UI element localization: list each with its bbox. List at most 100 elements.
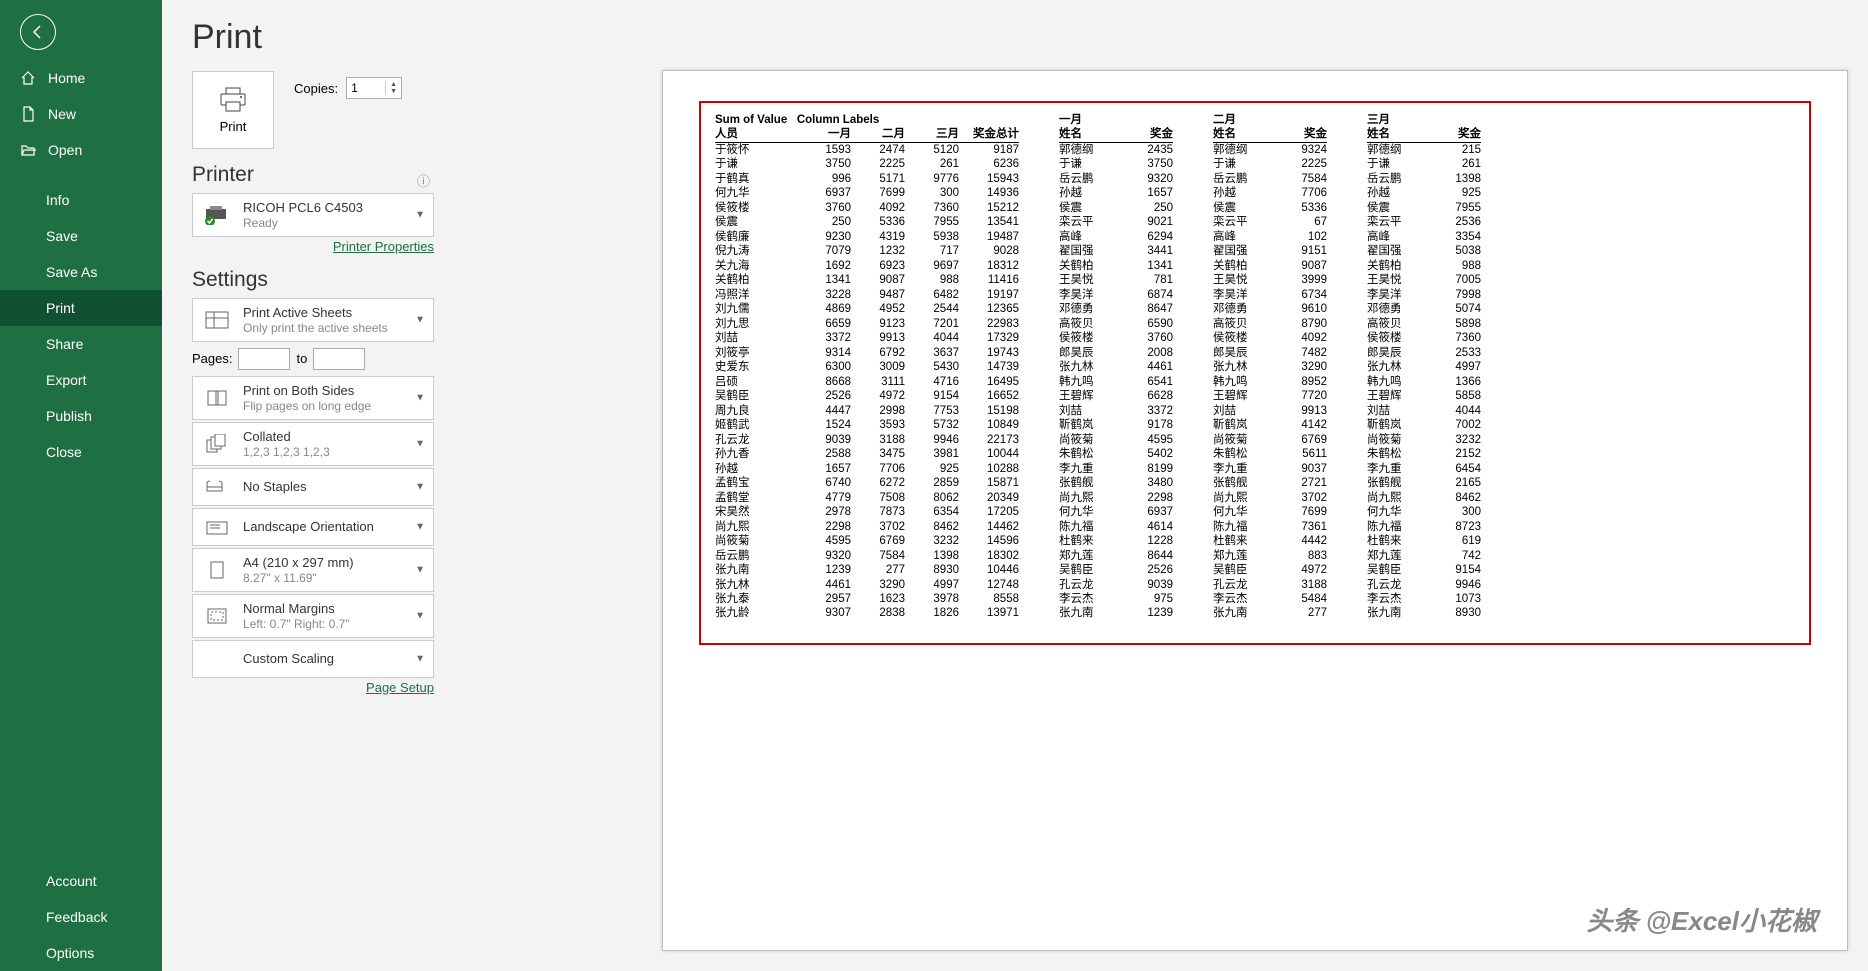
- month-row: 刘喆4044: [1367, 404, 1481, 418]
- month-row: 王昊悦3999: [1213, 273, 1327, 287]
- settings-heading: Settings: [192, 268, 434, 292]
- pivot-row: 周九良44472998775315198: [715, 404, 1019, 418]
- combo-icon: [201, 558, 233, 582]
- month-row: 杜鹤来619: [1367, 534, 1481, 548]
- combo-icon: [201, 604, 233, 628]
- chevron-down-icon: ▼: [415, 314, 425, 325]
- month-row: 吴鹤臣9154: [1367, 563, 1481, 577]
- month-row: 栾云平2536: [1367, 215, 1481, 229]
- month-row: 高筱贝5898: [1367, 317, 1481, 331]
- combo-icon: [201, 308, 233, 332]
- collate-select[interactable]: Collated1,2,3 1,2,3 1,2,3▼: [192, 422, 434, 466]
- pages-to-label: to: [296, 351, 307, 366]
- month-row: 张九林3290: [1213, 360, 1327, 374]
- duplex-select[interactable]: Print on Both SidesFlip pages on long ed…: [192, 376, 434, 420]
- month-row: 张九南1239: [1059, 606, 1173, 620]
- main-content: Print Print Copies: ▲ ▼ Printer ⓘ: [162, 0, 1868, 971]
- info-icon[interactable]: ⓘ: [417, 171, 430, 190]
- copies-down-icon[interactable]: ▼: [390, 88, 397, 95]
- pages-from-input[interactable]: [238, 348, 290, 370]
- month-row: 郑九莲8644: [1059, 549, 1173, 563]
- nav-close[interactable]: Close: [0, 434, 162, 470]
- nav-save[interactable]: Save: [0, 218, 162, 254]
- nav-share[interactable]: Share: [0, 326, 162, 362]
- margins-select[interactable]: Normal MarginsLeft: 0.7" Right: 0.7"▼: [192, 594, 434, 638]
- nav-open[interactable]: Open: [0, 132, 162, 168]
- combo-icon: [201, 475, 233, 499]
- month-row: 张鹤舰2721: [1213, 476, 1327, 490]
- month-row: 张九林4997: [1367, 360, 1481, 374]
- pivot-row: 史爱东63003009543014739: [715, 360, 1019, 374]
- back-button[interactable]: [20, 14, 56, 50]
- printer-select[interactable]: RICOH PCL6 C4503 Ready ▼: [192, 193, 434, 237]
- chevron-down-icon: ▼: [415, 392, 425, 403]
- month-row: 孔云龙3188: [1213, 578, 1327, 592]
- staple-select[interactable]: No Staples▼: [192, 468, 434, 506]
- month-row: 郑九莲742: [1367, 549, 1481, 563]
- pivot-row: 侯筱楼37604092736015212: [715, 201, 1019, 215]
- nav-info[interactable]: Info: [0, 182, 162, 218]
- nav-home[interactable]: Home: [0, 60, 162, 96]
- nav-options[interactable]: Options: [0, 935, 162, 971]
- combo-line2: Only print the active sheets: [243, 321, 388, 335]
- month-row: 邓德勇5074: [1367, 302, 1481, 316]
- month-row: 王碧辉7720: [1213, 389, 1327, 403]
- pivot-row: 张九泰2957162339788558: [715, 592, 1019, 606]
- pivot-row: 尚九熙22983702846214462: [715, 520, 1019, 534]
- combo-line1: Custom Scaling: [243, 651, 334, 667]
- month-row: 王昊悦781: [1059, 273, 1173, 287]
- pivot-row: 岳云鹏93207584139818302: [715, 549, 1019, 563]
- month-row: 李昊洋7998: [1367, 288, 1481, 302]
- orientation-select[interactable]: Landscape Orientation▼: [192, 508, 434, 546]
- copies-label: Copies:: [294, 81, 338, 96]
- pivot-row: 姬鹤武15243593573210849: [715, 418, 1019, 432]
- pivot-row: 侯鹤廉92304319593819487: [715, 230, 1019, 244]
- month-row: 张鹤舰2165: [1367, 476, 1481, 490]
- nav-feedback[interactable]: Feedback: [0, 899, 162, 935]
- combo-line1: Normal Margins: [243, 601, 350, 617]
- month-row: 郎昊辰2008: [1059, 346, 1173, 360]
- pivot-row: 刘喆33729913404417329: [715, 331, 1019, 345]
- month-row: 李云杰5484: [1213, 592, 1327, 606]
- month-table: 二月姓名奖金郭德纲9324于谦2225岳云鹏7584孙越7706侯震5336栾云…: [1213, 113, 1327, 621]
- nav-label: Open: [48, 142, 82, 158]
- month-row: 高峰6294: [1059, 230, 1173, 244]
- print-what-select[interactable]: Print Active SheetsOnly print the active…: [192, 298, 434, 342]
- month-row: 孔云龙9039: [1059, 578, 1173, 592]
- month-row: 高筱贝6590: [1059, 317, 1173, 331]
- nav-new[interactable]: New: [0, 96, 162, 132]
- month-row: 何九华6937: [1059, 505, 1173, 519]
- scaling-select[interactable]: Custom Scaling▼: [192, 640, 434, 678]
- pivot-row: 于谦375022252616236: [715, 157, 1019, 171]
- pages-to-input[interactable]: [313, 348, 365, 370]
- month-row: 侯筱楼7360: [1367, 331, 1481, 345]
- month-row: 孙越1657: [1059, 186, 1173, 200]
- print-button[interactable]: Print: [192, 71, 274, 149]
- pivot-row: 吕硕86683111471616495: [715, 375, 1019, 389]
- paper-size-select[interactable]: A4 (210 x 297 mm)8.27" x 11.69"▼: [192, 548, 434, 592]
- combo-line2: Left: 0.7" Right: 0.7": [243, 617, 350, 631]
- copies-spinner[interactable]: ▲ ▼: [346, 77, 402, 99]
- printer-properties-link[interactable]: Printer Properties: [192, 239, 434, 254]
- month-row: 侯震250: [1059, 201, 1173, 215]
- month-row: 陈九福4614: [1059, 520, 1173, 534]
- pivot-row: 吴鹤臣25264972915416652: [715, 389, 1019, 403]
- month-row: 岳云鹏1398: [1367, 172, 1481, 186]
- page-title: Print: [192, 18, 1838, 57]
- month-row: 郭德纲2435: [1059, 143, 1173, 157]
- nav-export[interactable]: Export: [0, 362, 162, 398]
- copies-up-icon[interactable]: ▲: [390, 81, 397, 88]
- printer-status-icon: [204, 205, 230, 225]
- nav-print[interactable]: Print: [0, 290, 162, 326]
- month-row: 郭德纲215: [1367, 143, 1481, 157]
- combo-icon: [201, 647, 233, 671]
- copies-input[interactable]: [347, 81, 385, 95]
- month-row: 邓德勇9610: [1213, 302, 1327, 316]
- nav-account[interactable]: Account: [0, 863, 162, 899]
- nav-save-as[interactable]: Save As: [0, 254, 162, 290]
- nav-publish[interactable]: Publish: [0, 398, 162, 434]
- combo-line2: 8.27" x 11.69": [243, 571, 354, 585]
- month-row: 侯震7955: [1367, 201, 1481, 215]
- page-setup-link[interactable]: Page Setup: [192, 680, 434, 695]
- printer-icon: [218, 87, 248, 113]
